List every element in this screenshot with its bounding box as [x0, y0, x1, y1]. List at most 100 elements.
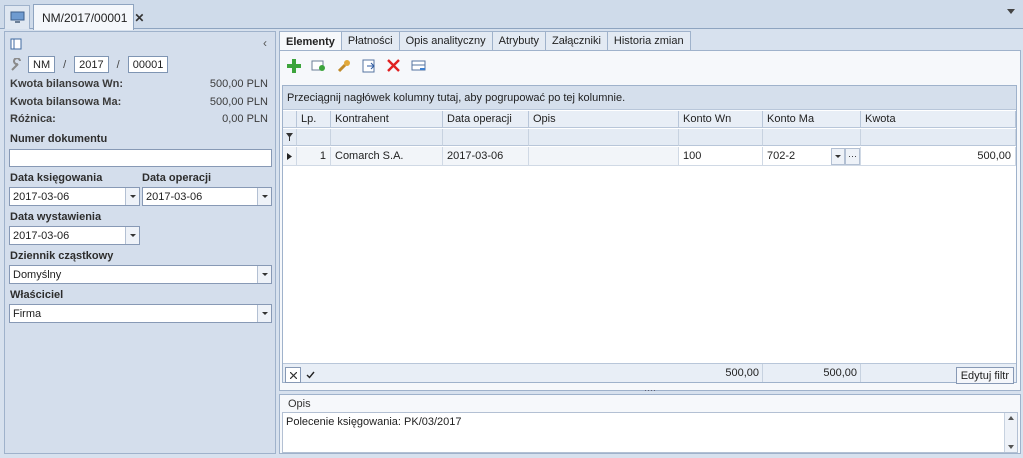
number-separator: /	[63, 58, 67, 71]
filter-row-indicator	[283, 129, 297, 146]
table-cell-lp[interactable]: 1	[297, 147, 331, 166]
description-panel: Opis Polecenie księgowania: PK/03/2017	[279, 394, 1021, 454]
issue-date-picker[interactable]: 2017-03-06	[9, 226, 140, 245]
number-year-field[interactable]: 2017	[74, 56, 109, 73]
description-textarea[interactable]: Polecenie księgowania: PK/03/2017	[282, 412, 1018, 453]
balance-wn-label: Kwota bilansowa Wn:	[10, 78, 124, 90]
tab-elementy[interactable]: Elementy	[279, 31, 342, 51]
tab-document-label: NM/2017/00001	[42, 10, 128, 25]
add-from-button[interactable]	[310, 57, 327, 74]
add-button[interactable]	[285, 57, 302, 74]
operation-date-picker[interactable]: 2017-03-06	[142, 187, 272, 206]
delete-icon	[387, 59, 400, 72]
elements-panel: Elementy Płatności Opis analityczny Atry…	[279, 31, 1021, 391]
chevron-down-icon[interactable]	[257, 305, 271, 322]
description-scrollbar[interactable]	[1004, 413, 1017, 452]
filter-cell-kwota[interactable]	[861, 129, 1016, 146]
document-number: NM / 2017 / 00001	[10, 56, 169, 73]
column-header-kontrahent[interactable]: Kontrahent	[331, 111, 443, 128]
row-indicator[interactable]	[283, 147, 297, 166]
add-record-icon	[311, 60, 325, 71]
column-header-konto-ma[interactable]: Konto Ma	[763, 111, 861, 128]
filter-cell-data-operacji[interactable]	[443, 129, 529, 146]
edit-button[interactable]	[335, 57, 352, 74]
difference-row: Różnica: 0,00 PLN	[10, 113, 268, 125]
balance-ma-label: Kwota bilansowa Ma:	[10, 96, 122, 108]
close-icon[interactable]: ✕	[134, 11, 144, 25]
description-title: Opis	[288, 398, 311, 410]
document-header-panel: ‹ NM / 2017 / 00001 Kwota bilansowa Wn: …	[4, 31, 276, 454]
group-by-area[interactable]: Przeciągnij nagłówek kolumny tutaj, aby …	[283, 86, 1016, 110]
tab-document[interactable]: NM/2017/00001 ✕	[33, 4, 144, 30]
posting-date-picker[interactable]: 2017-03-06	[9, 187, 140, 206]
current-row-icon	[287, 152, 292, 160]
owner-select[interactable]: Firma	[9, 304, 272, 323]
check-icon	[306, 371, 315, 379]
scroll-up-icon[interactable]	[1008, 416, 1014, 420]
desktop-tab[interactable]	[4, 5, 30, 29]
table-cell-data-operacji[interactable]: 2017-03-06	[443, 147, 529, 166]
filter-cell-konto-ma[interactable]	[763, 129, 861, 146]
balance-ma-row: Kwota bilansowa Ma: 500,00 PLN	[10, 96, 268, 108]
posting-date-label: Data księgowania	[10, 172, 103, 184]
filter-cell-lp[interactable]	[297, 129, 331, 146]
column-header-konto-wn[interactable]: Konto Wn	[679, 111, 763, 128]
filter-cell-konto-wn[interactable]	[679, 129, 763, 146]
description-value: Polecenie księgowania: PK/03/2017	[286, 416, 462, 428]
konto-ma-value: 702-2	[767, 150, 796, 162]
difference-value: 0,00 PLN	[222, 113, 268, 125]
balance-wn-row: Kwota bilansowa Wn: 500,00 PLN	[10, 78, 268, 90]
wrench-icon[interactable]	[10, 57, 24, 72]
document-number-input[interactable]	[9, 149, 272, 167]
journal-select[interactable]: Domyślny	[9, 265, 272, 284]
splitter-handle[interactable]: ····	[279, 385, 1021, 395]
close-icon	[289, 371, 297, 379]
filter-bar: Edytuj filtr	[282, 365, 1017, 385]
export-icon	[362, 59, 375, 72]
chevron-down-icon[interactable]	[831, 147, 845, 165]
chevron-down-icon[interactable]	[125, 227, 139, 244]
tab-zalaczniki[interactable]: Załączniki	[545, 31, 608, 50]
filter-cell-opis[interactable]	[529, 129, 679, 146]
column-header-lp[interactable]: Lp.	[297, 111, 331, 128]
issue-date-label: Data wystawienia	[10, 211, 102, 223]
ellipsis-button[interactable]: ···	[845, 147, 860, 165]
book-icon	[10, 38, 22, 50]
edit-filter-button[interactable]: Edytuj filtr	[955, 367, 1014, 384]
journal-value: Domyślny	[13, 268, 62, 281]
plus-icon	[286, 58, 301, 73]
table-cell-konto-wn[interactable]: 100	[679, 147, 763, 166]
chevron-down-icon[interactable]	[257, 188, 271, 205]
tab-historia-zmian[interactable]: Historia zmian	[606, 31, 691, 50]
refresh-button[interactable]	[410, 57, 427, 74]
column-header-data-operacji[interactable]: Data operacji	[443, 111, 529, 128]
operation-date-label: Data operacji	[142, 172, 212, 184]
table-cell-opis[interactable]	[529, 147, 679, 166]
filter-cell-kontrahent[interactable]	[331, 129, 443, 146]
filter-enabled-checkbox[interactable]	[303, 367, 317, 383]
refresh-grid-icon	[411, 60, 425, 71]
chevron-down-icon[interactable]	[125, 188, 139, 205]
operation-date-value: 2017-03-06	[146, 190, 203, 203]
chevron-down-icon[interactable]	[257, 266, 271, 283]
tab-opis-analityczny[interactable]: Opis analityczny	[398, 31, 493, 50]
column-header-opis[interactable]: Opis	[529, 111, 679, 128]
table-cell-kontrahent[interactable]: Comarch S.A.	[331, 147, 443, 166]
posting-date-value: 2017-03-06	[13, 190, 70, 203]
collapse-panel-icon[interactable]: ‹	[263, 36, 267, 50]
scroll-down-icon[interactable]	[1008, 445, 1014, 449]
elements-tab-content: Przeciągnij nagłówek kolumny tutaj, aby …	[279, 50, 1021, 391]
elements-grid: Przeciągnij nagłówek kolumny tutaj, aby …	[282, 85, 1017, 383]
number-seq-field[interactable]: 00001	[127, 56, 169, 73]
tab-platnosci[interactable]: Płatności	[340, 31, 400, 50]
tab-atrybuty[interactable]: Atrybuty	[491, 31, 547, 50]
number-prefix-field[interactable]: NM	[28, 56, 56, 73]
delete-button[interactable]	[385, 57, 402, 74]
column-header-kwota[interactable]: Kwota	[861, 111, 1016, 128]
table-cell-kwota[interactable]: 500,00	[861, 147, 1016, 166]
clear-filter-button[interactable]	[285, 367, 301, 383]
table-cell-konto-ma[interactable]: 702-2 ···	[763, 147, 861, 166]
export-button[interactable]	[360, 57, 377, 74]
chevron-down-icon[interactable]	[1007, 9, 1015, 15]
filter-icon	[286, 133, 293, 141]
